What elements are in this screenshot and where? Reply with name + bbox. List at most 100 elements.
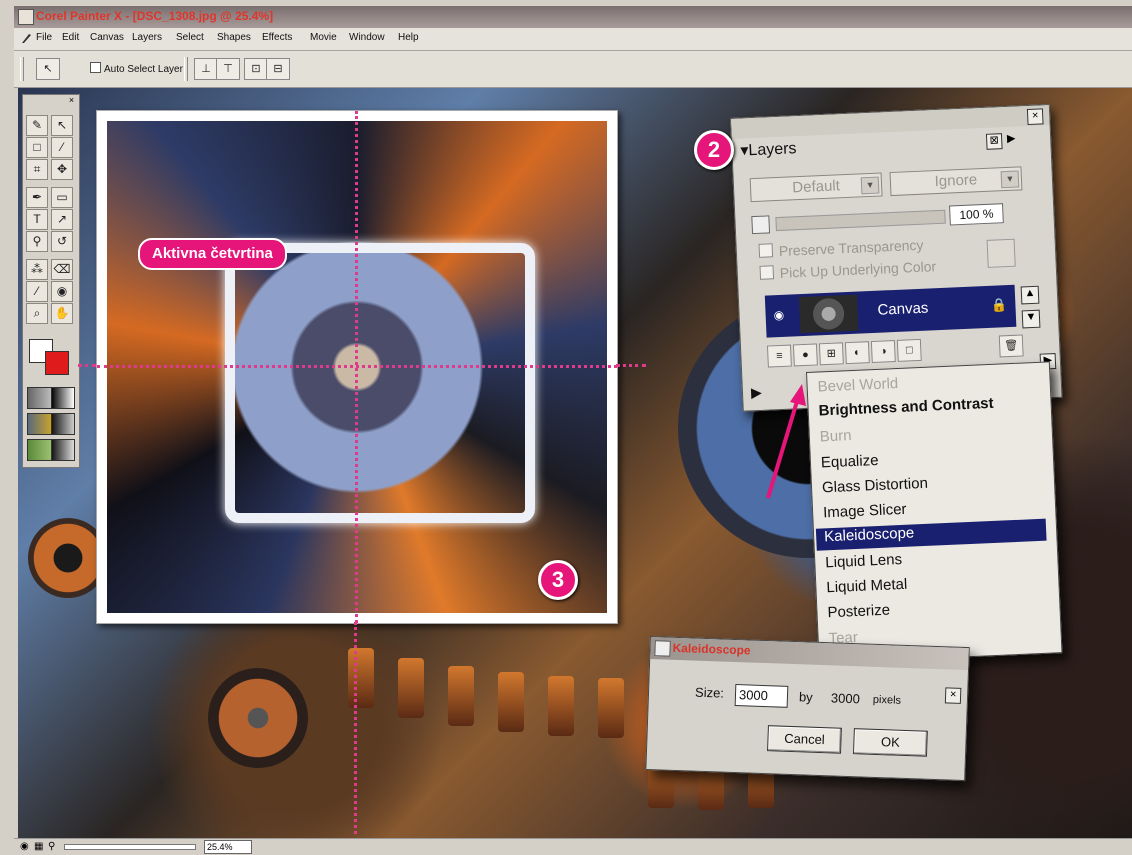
step-badge-3: 3 (538, 560, 578, 600)
zoom-tool-icon[interactable]: ⌕ (26, 303, 48, 324)
grid-icon[interactable]: ▦ (34, 841, 43, 852)
gear-tooth (398, 658, 424, 718)
eraser-tool-icon[interactable]: ⌫ (51, 259, 73, 280)
painter-brush-icon[interactable] (20, 32, 32, 44)
menu-item-liquid-lens[interactable]: Liquid Lens (825, 551, 902, 571)
menu-file[interactable]: File (36, 32, 52, 43)
active-quadrant-label: Aktivna četvrtina (138, 238, 287, 270)
pattern-selector[interactable] (27, 439, 75, 461)
crop-tool-icon[interactable]: ⌗ (26, 159, 48, 180)
auto-select-layer-checkbox[interactable]: Auto Select Layer (90, 62, 183, 75)
magnifier-tool-icon[interactable]: ⚲ (26, 231, 48, 252)
layer-adjuster-icon[interactable]: ↖ (36, 58, 60, 80)
navigator-icon[interactable]: ◉ (20, 841, 29, 852)
composite-method-select[interactable]: Default ▼ (749, 172, 883, 203)
grabber-tool-icon[interactable]: ✋ (51, 303, 73, 324)
lock-layer-icon[interactable] (986, 238, 1016, 268)
menu-item-liquid-metal[interactable]: Liquid Metal (826, 576, 908, 597)
quadrant-guide-horizontal-extension (616, 364, 646, 367)
shape-selection-tool-icon[interactable]: ↗ (51, 209, 73, 230)
ungroup-icon[interactable]: ⊟ (266, 58, 290, 80)
layer-row-canvas[interactable]: ◉ Canvas 🔒 (764, 284, 1017, 338)
rotate-page-tool-icon[interactable]: ↺ (51, 231, 73, 252)
composite-depth-select[interactable]: Ignore ▼ (889, 166, 1023, 197)
preserve-transparency-checkbox[interactable]: Preserve Transparency (758, 237, 924, 260)
align-icon[interactable]: ⊥ (194, 58, 218, 80)
close-icon[interactable]: × (944, 687, 962, 704)
app-icon (18, 9, 34, 25)
property-bar: ↖ Auto Select Layer ⊥ ⊤ ⊡ ⊟ (14, 51, 1132, 88)
layer-commands-icon[interactable]: ≡ (766, 344, 792, 368)
cancel-button[interactable]: Cancel (767, 725, 842, 754)
collapse-panel-icon[interactable]: ⊠ (985, 133, 1003, 150)
dynamic-plugins-icon[interactable]: ● (792, 343, 818, 367)
menu-item-brightness-contrast[interactable]: Brightness and Contrast (818, 395, 994, 420)
menu-item-equalize[interactable]: Equalize (821, 452, 879, 471)
kaleidoscope-preview-inset (96, 110, 618, 624)
auto-select-layer-label: Auto Select Layer (104, 64, 183, 75)
shape-tool-icon[interactable]: ▭ (51, 187, 73, 208)
dialog-title: Kaleidoscope (672, 640, 751, 658)
kaleidoscope-dialog: Kaleidoscope × Size: 3000 by 3000 pixels… (645, 636, 970, 782)
opacity-slider[interactable] (775, 209, 946, 232)
dropper-tool-icon[interactable]: ⁂ (26, 259, 48, 280)
toolbar-grip[interactable] (20, 57, 24, 81)
menu-item-image-slicer[interactable]: Image Slicer (823, 501, 907, 522)
text-tool-icon[interactable]: T (26, 209, 48, 230)
pick-up-underlying-color-checkbox[interactable]: Pick Up Underlying Color (759, 258, 936, 282)
zoom-field[interactable]: 25.4% (204, 840, 252, 854)
magic-wand-tool-icon[interactable]: ⁄ (51, 137, 73, 158)
clone-tool-icon[interactable]: ◉ (51, 281, 73, 302)
close-icon[interactable]: × (67, 96, 76, 105)
menu-edit[interactable]: Edit (62, 32, 79, 43)
brush-tool-icon[interactable]: ✎ (26, 115, 48, 136)
gradient-selector[interactable] (27, 413, 75, 435)
status-bar: ◉ ▦ ⚲ 25.4% (14, 838, 1132, 855)
delete-layer-icon[interactable]: 🗑 (998, 334, 1024, 358)
size-input[interactable]: 3000 (734, 684, 789, 708)
menu-select[interactable]: Select (176, 32, 204, 43)
channels-expander-icon[interactable]: ▶ (751, 384, 763, 401)
paper-selector[interactable] (27, 387, 75, 409)
mask-icon[interactable]: ◐ (844, 341, 870, 365)
menu-movie[interactable]: Movie (310, 32, 337, 43)
lock-icon[interactable]: 🔒 (991, 297, 1008, 314)
menu-canvas[interactable]: Canvas (90, 32, 124, 43)
distribute-icon[interactable]: ⊤ (216, 58, 240, 80)
transform-tool-icon[interactable]: ✥ (51, 159, 73, 180)
secondary-color-swatch[interactable] (45, 351, 69, 375)
zoom-slider[interactable] (64, 844, 196, 850)
zoom-icon[interactable]: ⚲ (48, 841, 55, 852)
opacity-field[interactable]: 100 % (949, 203, 1004, 226)
layer-adjuster-tool-icon[interactable]: ↖ (51, 115, 73, 136)
scroll-down-icon[interactable]: ▼ (1021, 309, 1041, 329)
eyedropper-tool-icon[interactable]: ⁄ (26, 281, 48, 302)
menu-item-glass-distortion[interactable]: Glass Distortion (822, 475, 929, 497)
quadrant-guide-horizontal (97, 365, 617, 368)
panel-menu-arrow-icon[interactable]: ▶ (1004, 132, 1019, 147)
opacity-icon (751, 215, 771, 235)
rect-select-tool-icon[interactable]: □ (26, 137, 48, 158)
menu-item-posterize[interactable]: Posterize (827, 602, 890, 622)
height-value: 3000 (830, 690, 861, 707)
ok-button[interactable]: OK (853, 728, 928, 757)
gear-tooth (448, 666, 474, 726)
layers-panel-title[interactable]: ▾Layers (740, 138, 797, 160)
menu-effects[interactable]: Effects (262, 32, 292, 43)
scroll-up-icon[interactable]: ▲ (1020, 285, 1040, 305)
menu-window[interactable]: Window (349, 32, 385, 43)
menu-shapes[interactable]: Shapes (217, 32, 251, 43)
gear-tooth (348, 648, 374, 708)
close-icon[interactable]: × (1026, 108, 1044, 126)
visibility-eye-icon[interactable]: ◉ (773, 308, 784, 322)
pen-tool-icon[interactable]: ✒ (26, 187, 48, 208)
new-layer-icon[interactable]: □ (896, 338, 922, 362)
step-badge-2: 2 (694, 130, 734, 170)
menu-help[interactable]: Help (398, 32, 419, 43)
menu-layers[interactable]: Layers (132, 32, 162, 43)
menu-item-kaleidoscope[interactable]: Kaleidoscope (815, 518, 1047, 551)
group-icon[interactable]: ⊡ (244, 58, 268, 80)
layer-attributes-icon[interactable]: ⊞ (818, 342, 844, 366)
mask-visibility-icon[interactable]: ◑ (870, 340, 896, 364)
pointer-arrow-icon (766, 384, 806, 499)
